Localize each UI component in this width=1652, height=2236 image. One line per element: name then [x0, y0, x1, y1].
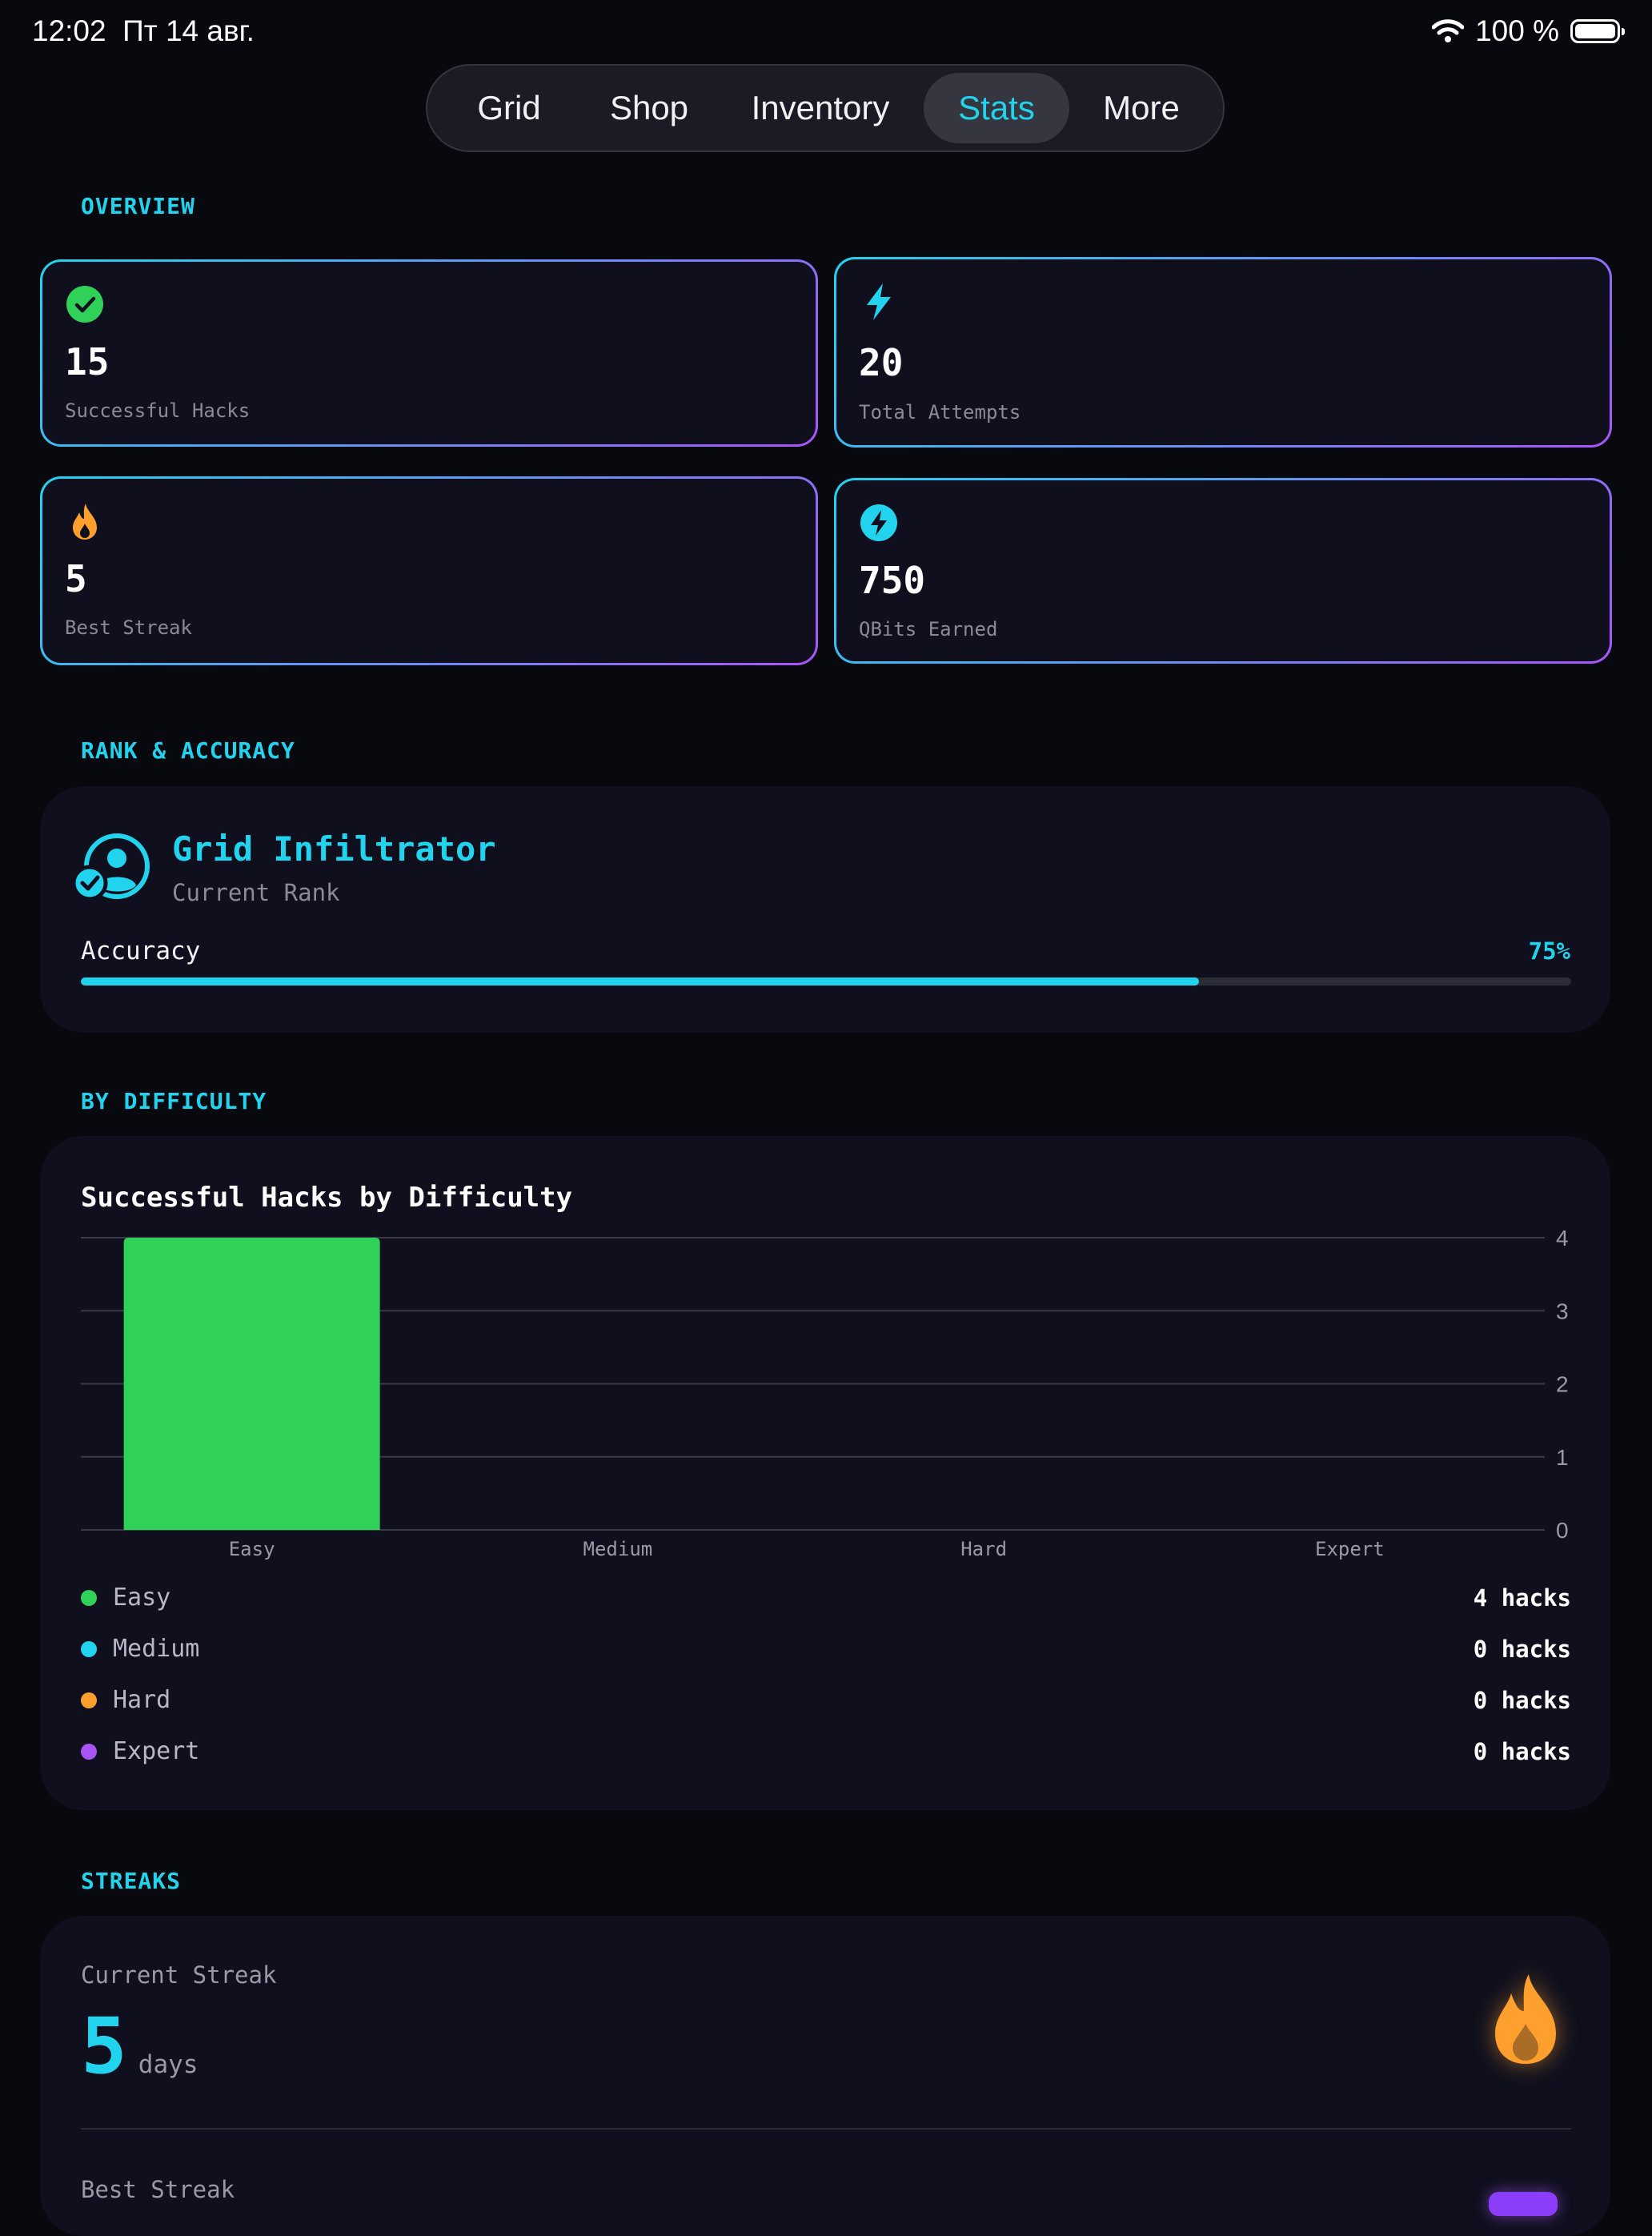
y-tick-label: 0: [1556, 1518, 1569, 1543]
best-streak-label: Best Streak: [81, 2176, 235, 2203]
x-tick-label: Expert: [1315, 1538, 1385, 1560]
legend-dot: [81, 1589, 97, 1606]
x-tick-label: Medium: [583, 1538, 653, 1560]
trophy-icon: [1489, 2192, 1558, 2216]
legend-dot: [81, 1743, 97, 1760]
current-streak: 5 days: [81, 2001, 198, 2091]
difficulty-bar-chart: 0 1 2 3 4 Easy Medium Hard Expert: [81, 1226, 1569, 1560]
legend-value: 0 hacks: [1473, 1686, 1571, 1714]
streak-divider: [81, 2128, 1571, 2130]
legend-dot: [81, 1692, 97, 1708]
legend-name: Easy: [113, 1584, 171, 1612]
flame-icon: [1495, 1974, 1556, 2064]
legend-row-medium: Medium 0 hacks: [81, 1635, 1571, 1663]
y-tick-label: 4: [1556, 1226, 1569, 1250]
chart-bar-easy: [123, 1238, 380, 1530]
y-tick-label: 1: [1556, 1445, 1569, 1470]
current-streak-label: Current Streak: [81, 1961, 277, 1989]
streaks-section-title: STREAKS: [81, 1868, 182, 1894]
y-tick-label: 2: [1556, 1372, 1569, 1397]
legend-row-hard: Hard 0 hacks: [81, 1686, 1571, 1714]
legend-name: Medium: [113, 1635, 200, 1663]
legend-dot: [81, 1640, 97, 1657]
legend-row-easy: Easy 4 hacks: [81, 1584, 1571, 1612]
legend-row-expert: Expert 0 hacks: [81, 1737, 1571, 1765]
current-streak-unit: days: [138, 2050, 198, 2079]
legend-value: 0 hacks: [1473, 1635, 1571, 1663]
legend-value: 0 hacks: [1473, 1737, 1571, 1765]
legend-value: 4 hacks: [1473, 1584, 1571, 1612]
y-tick-label: 3: [1556, 1299, 1569, 1323]
legend-name: Hard: [113, 1686, 171, 1714]
legend-name: Expert: [113, 1737, 200, 1765]
x-tick-label: Hard: [960, 1538, 1007, 1560]
x-tick-label: Easy: [229, 1538, 275, 1560]
current-streak-value: 5: [81, 2001, 127, 2091]
